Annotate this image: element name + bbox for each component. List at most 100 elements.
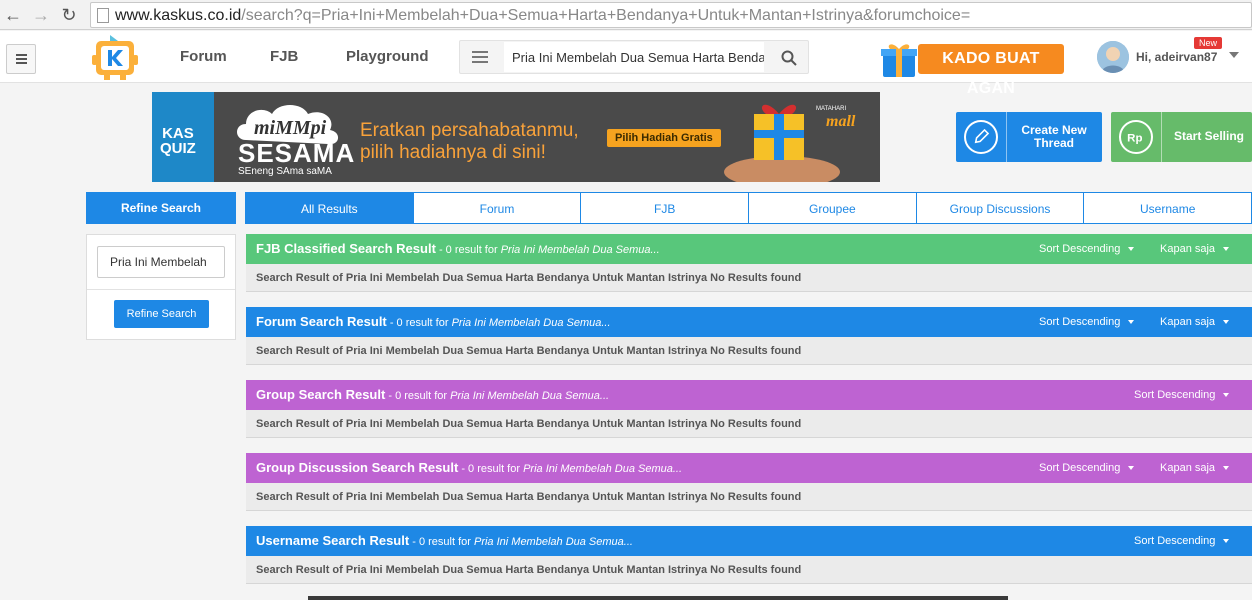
kado-promo[interactable]: KADO BUAT AGAN	[880, 37, 1066, 97]
ad-brand: SESAMA	[238, 138, 356, 168]
result-title-text: Username Search Result	[256, 533, 410, 548]
result-body: Search Result of Pria Ini Membelah Dua S…	[246, 337, 1252, 365]
sort-dropdown[interactable]: Sort Descending	[1134, 389, 1230, 401]
tab-group-discussions[interactable]: Group Discussions	[915, 192, 1085, 224]
reload-icon[interactable]: ↻	[58, 4, 80, 26]
start-selling-button[interactable]: Rp Start Selling	[1111, 112, 1252, 162]
nav-forum[interactable]: Forum	[180, 48, 227, 65]
ad-cta-button[interactable]: Pilih Hadiah Gratis	[607, 129, 721, 147]
result-body: Search Result of Pria Ini Membelah Dua S…	[246, 483, 1252, 511]
no-results-message: Search Result of Pria Ini Membelah Dua S…	[256, 564, 802, 576]
header-search	[459, 40, 809, 74]
ad-banner[interactable]: KAS QUIZ miMMpi SESAMA SEneng SAma saMA E…	[152, 92, 880, 182]
time-dropdown[interactable]: Kapan saja	[1160, 316, 1230, 328]
group-result-section: Group Search Result - 0 result for Pria …	[246, 380, 1252, 438]
svg-text:MATAHARI: MATAHARI	[816, 106, 846, 112]
result-count: - 0 result for	[458, 463, 524, 475]
new-badge: New	[1194, 37, 1223, 49]
gift-icon	[881, 44, 917, 77]
result-count: - 0 result for	[385, 390, 451, 402]
result-title-text: Group Discussion Search Result	[256, 460, 459, 475]
svg-text:mall: mall	[826, 113, 856, 130]
result-title: Username Search Result - 0 result for Pr…	[256, 533, 633, 548]
result-query: Pria Ini Membelah Dua Semua...	[450, 390, 610, 402]
fjb-result-section: FJB Classified Search Result - 0 result …	[246, 234, 1252, 292]
time-label: Kapan saja	[1160, 243, 1216, 255]
chevron-down-icon[interactable]	[1229, 52, 1239, 58]
result-title: Group Discussion Search Result - 0 resul…	[256, 460, 682, 475]
result-header: Group Discussion Search Result - 0 resul…	[246, 453, 1252, 483]
ad-brand-sub: SEneng SAma saMA	[238, 166, 332, 177]
result-header: Forum Search Result - 0 result for Pria …	[246, 307, 1252, 337]
chevron-down-icon	[1223, 539, 1230, 544]
back-arrow-icon[interactable]: ←	[2, 4, 24, 26]
sort-label: Sort Descending	[1039, 462, 1121, 474]
tab-all-results[interactable]: All Results	[245, 192, 414, 224]
result-query: Pria Ini Membelah Dua Semua...	[473, 536, 633, 548]
tab-forum[interactable]: Forum	[412, 192, 582, 224]
chevron-down-icon	[1128, 247, 1135, 252]
time-dropdown[interactable]: Kapan saja	[1160, 243, 1230, 255]
url-host: www.kaskus.co.id	[115, 7, 242, 24]
no-results-message: Search Result of Pria Ini Membelah Dua S…	[256, 418, 802, 430]
time-dropdown[interactable]: Kapan saja	[1160, 462, 1230, 474]
site-header: Forum FJB Playground KADO BUAT AGAN Hi, …	[0, 31, 1252, 97]
user-avatar-icon	[1097, 41, 1129, 73]
sort-dropdown[interactable]: Sort Descending	[1039, 316, 1135, 328]
chevron-down-icon	[1128, 466, 1135, 471]
tab-fjb[interactable]: FJB	[580, 192, 750, 224]
divider	[87, 289, 235, 290]
user-greeting[interactable]: Hi, adeirvan87	[1136, 50, 1217, 64]
search-category-icon[interactable]	[472, 51, 488, 63]
menu-icon[interactable]	[6, 44, 36, 74]
url-text: www.kaskus.co.id/search?q=Pria+Ini+Membe…	[115, 7, 970, 25]
page-icon	[97, 8, 109, 23]
avatar[interactable]	[1097, 41, 1129, 73]
search-icon[interactable]	[780, 49, 798, 67]
nav-playground[interactable]: Playground	[346, 48, 429, 65]
create-thread-line-2: Thread	[1033, 136, 1074, 150]
search-input[interactable]	[504, 42, 764, 72]
result-count: - 0 result for	[435, 244, 501, 256]
tab-username[interactable]: Username	[1083, 192, 1252, 224]
sort-label: Sort Descending	[1039, 243, 1121, 255]
refine-panel: Refine Search	[86, 234, 236, 340]
forum-result-section: Forum Search Result - 0 result for Pria …	[246, 307, 1252, 365]
forward-arrow-icon[interactable]: →	[30, 4, 52, 26]
sort-label: Sort Descending	[1134, 389, 1216, 401]
result-title: FJB Classified Search Result - 0 result …	[256, 241, 660, 256]
nav-fjb[interactable]: FJB	[270, 48, 298, 65]
result-header: Group Search Result - 0 result for Pria …	[246, 380, 1252, 410]
sort-label: Sort Descending	[1134, 535, 1216, 547]
refine-search-button[interactable]: Refine Search	[114, 300, 209, 328]
sort-dropdown[interactable]: Sort Descending	[1134, 535, 1230, 547]
time-label: Kapan saja	[1160, 316, 1216, 328]
result-query: Pria Ini Membelah Dua Semua...	[451, 317, 611, 329]
result-query: Pria Ini Membelah Dua Semua...	[523, 463, 683, 475]
create-thread-label: Create New Thread	[1012, 124, 1096, 150]
sort-dropdown[interactable]: Sort Descending	[1039, 243, 1135, 255]
create-thread-line-1: Create New	[1021, 123, 1087, 137]
address-bar[interactable]: www.kaskus.co.id/search?q=Pria+Ini+Membe…	[90, 2, 1252, 28]
divider	[1006, 112, 1007, 162]
create-thread-button[interactable]: Create New Thread	[956, 112, 1102, 162]
refine-search-input[interactable]	[97, 246, 225, 278]
divider	[1161, 112, 1162, 162]
refine-search-header: Refine Search	[86, 192, 236, 224]
matahari-mall-logo: MATAHARI mall	[812, 100, 872, 136]
chevron-down-icon	[1223, 466, 1230, 471]
sort-dropdown[interactable]: Sort Descending	[1039, 462, 1135, 474]
tab-groupee[interactable]: Groupee	[748, 192, 917, 224]
time-label: Kapan saja	[1160, 462, 1216, 474]
ad-tagline-2: pilih hadiahnya di sini!	[360, 142, 546, 163]
kasquiz-label: KAS QUIZ	[160, 126, 196, 156]
result-title-text: FJB Classified Search Result	[256, 241, 436, 256]
ad-script-text: miMMpi	[254, 117, 327, 139]
kaskus-logo[interactable]	[92, 33, 142, 81]
no-results-message: Search Result of Pria Ini Membelah Dua S…	[256, 491, 802, 503]
kasquiz-panel: KAS QUIZ	[152, 92, 214, 182]
result-title: Group Search Result - 0 result for Pria …	[256, 387, 609, 402]
no-results-message: Search Result of Pria Ini Membelah Dua S…	[256, 345, 802, 357]
browser-toolbar: ← → ↻ www.kaskus.co.id/search?q=Pria+Ini…	[0, 0, 1252, 30]
chevron-down-icon	[1223, 320, 1230, 325]
